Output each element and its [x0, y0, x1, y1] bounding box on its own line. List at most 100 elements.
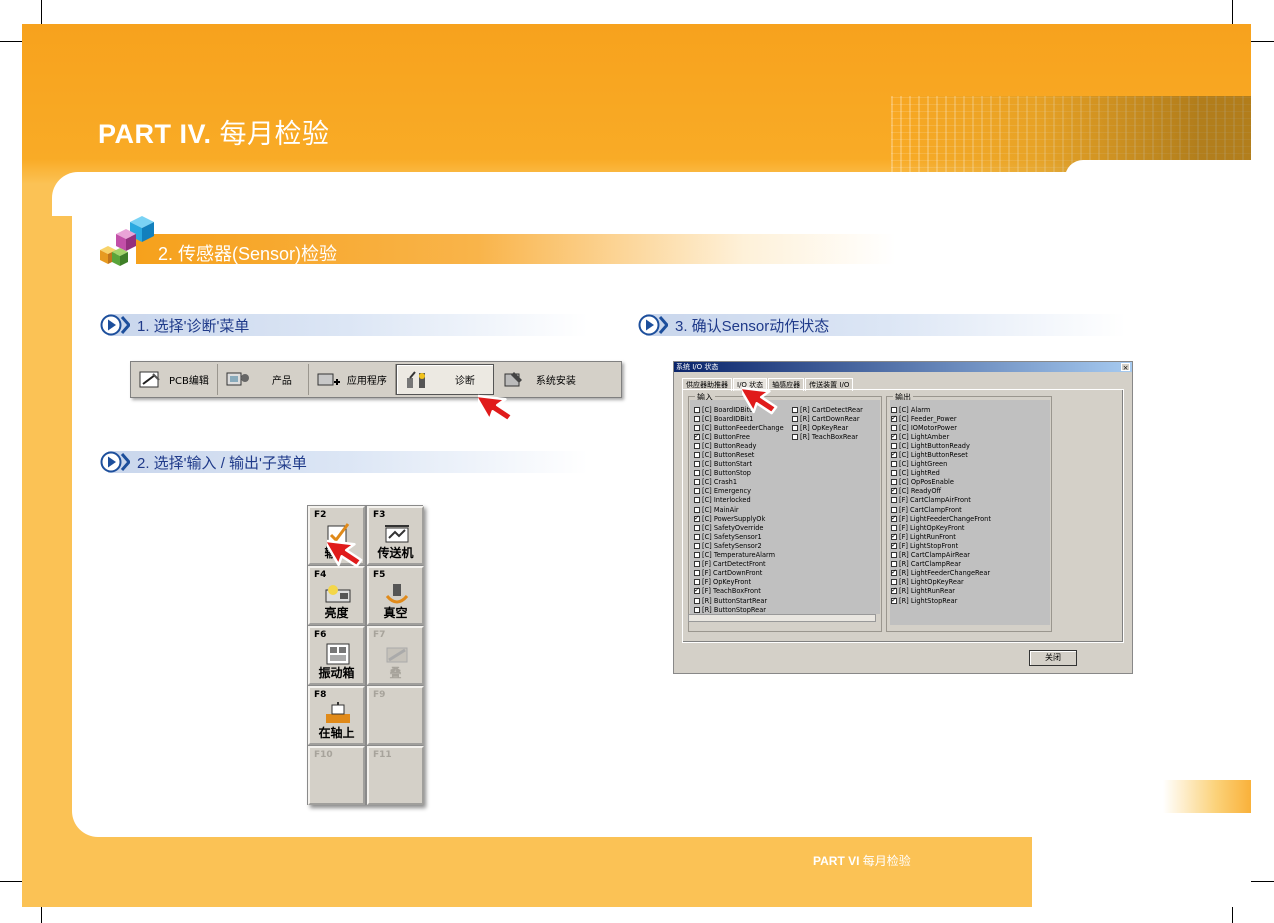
- io-signal-row: [R] LightStopRear: [891, 596, 991, 605]
- io-checkbox[interactable]: [891, 424, 897, 431]
- fkey-f3-conveyor[interactable]: F3 传送机: [367, 506, 424, 565]
- fkey-f8-on-axis[interactable]: F8 在轴上: [308, 686, 365, 745]
- io-checkbox[interactable]: [891, 596, 897, 604]
- page-edge-tab: [1163, 780, 1251, 813]
- io-checkbox[interactable]: [694, 424, 700, 431]
- io-checkbox[interactable]: [694, 533, 700, 540]
- io-checkbox[interactable]: [694, 442, 700, 449]
- io-signal-name: [R] CartClampAirRear: [899, 551, 970, 560]
- io-signal-name: [C] ButtonFeederChange: [702, 423, 784, 432]
- io-signal-row: [C] Crash1: [694, 478, 784, 487]
- io-checkbox[interactable]: [891, 561, 897, 568]
- fkey-f6-vibration-box[interactable]: F6 振动箱: [308, 626, 365, 685]
- horizontal-scrollbar[interactable]: [688, 614, 876, 622]
- io-checkbox[interactable]: [891, 532, 897, 540]
- fkey-code: F9: [373, 690, 386, 700]
- io-checkbox[interactable]: [891, 506, 897, 513]
- io-signal-row: [C] ButtonReady: [694, 441, 784, 450]
- io-checkbox[interactable]: [694, 606, 700, 613]
- io-checkbox[interactable]: [792, 406, 798, 413]
- io-checkbox[interactable]: [694, 570, 700, 577]
- io-checkbox[interactable]: [694, 597, 700, 604]
- io-signal-row: [C] SafetySensor2: [694, 541, 784, 550]
- io-checkbox[interactable]: [891, 479, 897, 486]
- step-3-label: 3. 确认Sensor动作状态: [675, 318, 830, 335]
- io-signal-name: [F] CartDetectFront: [702, 560, 766, 569]
- menu-product-label: 产品: [271, 376, 292, 387]
- red-pointer-arrow: [478, 394, 514, 423]
- io-checkbox[interactable]: [891, 432, 897, 440]
- io-checkbox[interactable]: [694, 406, 700, 413]
- step-2-label: 2. 选择'输入 / 输出'子菜单: [137, 455, 307, 472]
- menu-application-button[interactable]: 应用程序: [309, 364, 396, 395]
- io-checkbox[interactable]: [891, 586, 897, 595]
- fkey-f5-vacuum[interactable]: F5 真空: [367, 566, 424, 625]
- io-checkbox[interactable]: [694, 488, 700, 495]
- io-checkbox[interactable]: [694, 470, 700, 477]
- io-checkbox[interactable]: [694, 506, 700, 513]
- io-checkbox[interactable]: [891, 497, 897, 504]
- io-signal-row: [C] LightButtonReset: [891, 450, 991, 459]
- io-checkbox[interactable]: [792, 424, 798, 431]
- io-signal-name: [R] CartDetectRear: [800, 405, 863, 414]
- section-title: 2. 传感器(Sensor)检验: [158, 244, 338, 264]
- io-checkbox[interactable]: [891, 552, 897, 559]
- menu-pcb-edit-button[interactable]: PCB编辑: [131, 364, 218, 395]
- io-signal-name: [C] TemperatureAlarm: [702, 551, 776, 560]
- io-checkbox[interactable]: [792, 415, 798, 422]
- io-signal-name: [R] LightStopRear: [899, 596, 958, 605]
- io-checkbox[interactable]: [694, 415, 700, 422]
- io-checkbox[interactable]: [891, 470, 897, 477]
- io-checkbox[interactable]: [694, 514, 700, 522]
- io-checkbox[interactable]: [891, 406, 897, 413]
- io-checkbox[interactable]: [694, 479, 700, 486]
- fkey-f9[interactable]: F9: [367, 686, 424, 745]
- io-signal-name: [C] PowerSupplyOk: [702, 514, 766, 523]
- io-checkbox[interactable]: [891, 442, 897, 449]
- io-checkbox[interactable]: [792, 433, 798, 440]
- io-checkbox[interactable]: [694, 452, 700, 459]
- dialog-titlebar: 系统 I/O 状态 ×: [674, 362, 1132, 372]
- io-signal-name: [F] CartClampFront: [899, 505, 962, 514]
- page-title: PART IV. 每月检验: [98, 112, 330, 151]
- io-signal-row: [C] ButtonFeederChange: [694, 423, 784, 432]
- io-checkbox[interactable]: [694, 461, 700, 468]
- close-icon[interactable]: ×: [1121, 363, 1130, 372]
- fkey-f7-stack[interactable]: F7 叠: [367, 626, 424, 685]
- io-checkbox[interactable]: [694, 542, 700, 549]
- io-signal-name: [R] TeachBoxRear: [800, 432, 858, 441]
- application-icon: [317, 373, 340, 385]
- io-signal-row: [C] Alarm: [891, 405, 991, 414]
- io-signal-row: [R] CartClampRear: [891, 560, 991, 569]
- io-checkbox[interactable]: [694, 552, 700, 559]
- io-signal-name: [C] LightButtonReset: [899, 451, 968, 460]
- io-checkbox[interactable]: [694, 432, 700, 440]
- io-checkbox[interactable]: [694, 497, 700, 504]
- io-checkbox[interactable]: [891, 541, 897, 549]
- io-signal-row: [F] LightRunFront: [891, 532, 991, 541]
- fkey-label: 真空: [383, 606, 408, 620]
- io-checkbox[interactable]: [891, 486, 897, 495]
- io-checkbox[interactable]: [891, 568, 897, 577]
- io-signal-row: [F] CartClampAirFront: [891, 496, 991, 505]
- io-signal-row: [R] LightRunRear: [891, 586, 991, 596]
- io-checkbox[interactable]: [891, 461, 897, 468]
- io-signal-row: [R] LightOpKeyRear: [891, 578, 991, 587]
- io-checkbox[interactable]: [891, 450, 897, 459]
- io-checkbox[interactable]: [891, 524, 897, 531]
- io-checkbox[interactable]: [891, 579, 897, 586]
- io-checkbox[interactable]: [694, 579, 700, 586]
- menu-diagnosis-label: 诊断: [454, 376, 475, 387]
- io-checkbox[interactable]: [694, 561, 700, 568]
- io-checkbox[interactable]: [891, 514, 897, 522]
- io-signal-row: [R] ButtonStartRear: [694, 596, 784, 605]
- fkey-f10[interactable]: F10: [308, 746, 365, 805]
- close-button[interactable]: 关闭: [1029, 650, 1077, 666]
- io-signal-name: [C] MainAir: [702, 505, 739, 514]
- menu-product-button[interactable]: 产品: [218, 364, 309, 395]
- io-checkbox[interactable]: [891, 414, 897, 422]
- fkey-f11[interactable]: F11: [367, 746, 424, 805]
- io-checkbox[interactable]: [694, 524, 700, 531]
- menu-system-setup-label: 系统安装: [535, 376, 576, 387]
- io-checkbox[interactable]: [694, 586, 700, 595]
